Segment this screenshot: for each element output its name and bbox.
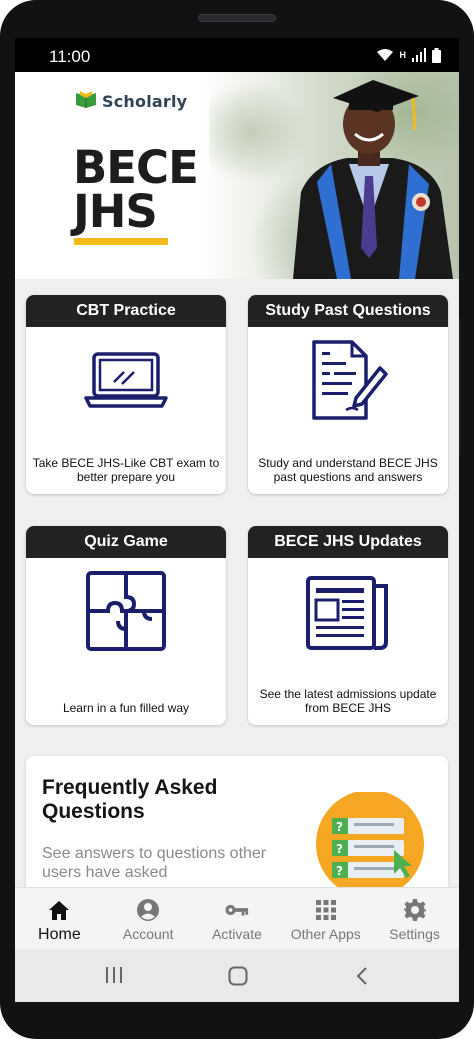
bottom-nav: Home Account Activate Other Apps Setting… <box>15 887 459 949</box>
network-label: H <box>399 50 407 60</box>
card-description: See the latest admissions update from BE… <box>259 687 437 715</box>
recents-icon[interactable] <box>105 966 123 989</box>
hero-title: BECE JHS <box>73 141 199 238</box>
newspaper-icon <box>306 572 390 655</box>
nav-label: Other Apps <box>290 926 361 942</box>
svg-text:?: ? <box>336 820 343 834</box>
hero-title-line1: BECE <box>73 141 199 194</box>
home-icon <box>47 898 71 922</box>
card-description: Study and understand BECE JHS past quest… <box>258 456 438 484</box>
faq-illustration-icon: ? ? ? <box>316 792 424 892</box>
apps-grid-icon <box>314 898 338 922</box>
faq-card[interactable]: Frequently Asked Questions See answers t… <box>26 756 448 896</box>
nav-label: Settings <box>389 926 440 942</box>
nav-item-account[interactable]: Account <box>104 888 193 949</box>
gear-icon <box>403 898 427 922</box>
wifi-icon <box>376 48 394 62</box>
graduate-image <box>293 80 453 279</box>
hero-title-line2: JHS <box>73 185 158 238</box>
card-title: Quiz Game <box>26 526 226 558</box>
key-icon <box>225 898 249 922</box>
nav-item-other-apps[interactable]: Other Apps <box>281 888 370 949</box>
faq-title: Frequently Asked Questions <box>42 776 218 823</box>
card-description: Learn in a fun filled way <box>62 701 190 715</box>
nav-label: Account <box>122 926 174 942</box>
back-icon[interactable] <box>355 966 369 991</box>
battery-icon <box>432 47 441 63</box>
card-study-past-questions[interactable]: Study Past Questions Study and understan… <box>248 295 448 494</box>
svg-text:?: ? <box>336 864 343 878</box>
laptop-icon <box>84 350 168 415</box>
card-title: Study Past Questions <box>248 295 448 327</box>
faq-subtitle: See answers to questions other users hav… <box>42 845 267 881</box>
app-logo: Scholarly <box>75 90 187 113</box>
card-title: BECE JHS Updates <box>248 526 448 558</box>
screen: 11:00 H Scholarly BECE JHS CBT Practice … <box>15 38 459 1002</box>
status-bar: 11:00 H <box>15 38 459 72</box>
svg-text:?: ? <box>336 842 343 856</box>
home-circle-icon[interactable] <box>228 966 248 991</box>
nav-item-home[interactable]: Home <box>15 888 104 949</box>
nav-label: Home <box>38 926 81 943</box>
hero-banner: Scholarly BECE JHS <box>15 72 459 279</box>
system-nav-bar <box>15 949 459 1002</box>
account-icon <box>136 898 160 922</box>
status-icons: H <box>376 47 441 63</box>
card-cbt-practice[interactable]: CBT Practice Take BECE JHS-Like CBT exam… <box>26 295 226 494</box>
nav-item-activate[interactable]: Activate <box>193 888 282 949</box>
speaker-grille <box>198 14 276 22</box>
phone-frame: 11:00 H Scholarly BECE JHS CBT Practice … <box>0 0 474 1039</box>
card-bece-jhs-updates[interactable]: BECE JHS Updates See the latest admissio… <box>248 526 448 725</box>
card-title: CBT Practice <box>26 295 226 327</box>
book-logo-icon <box>75 90 97 113</box>
card-quiz-game[interactable]: Quiz Game Learn in a fun filled way <box>26 526 226 725</box>
status-time: 11:00 <box>49 47 91 66</box>
signal-icon <box>412 48 426 62</box>
nav-item-settings[interactable]: Settings <box>370 888 459 949</box>
card-description: Take BECE JHS-Like CBT exam to better pr… <box>32 456 220 484</box>
document-pen-icon <box>306 338 390 427</box>
puzzle-icon <box>86 570 166 656</box>
logo-text: Scholarly <box>102 92 188 111</box>
nav-label: Activate <box>212 926 262 942</box>
hero-underline <box>74 238 168 245</box>
